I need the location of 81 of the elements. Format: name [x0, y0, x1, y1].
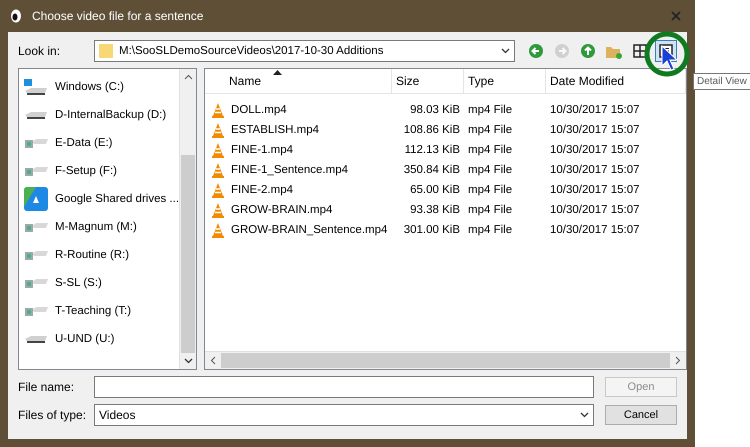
file-name-cell[interactable]: FINE-2.mp4 [205, 182, 392, 198]
table-cell-text: 112.13 KiB [404, 144, 462, 156]
network-drive-icon [24, 278, 48, 288]
table-cell-text: 10/30/2017 15:07 [549, 204, 641, 216]
table-cell-text: mp4 File [467, 204, 514, 216]
file-type-label: Files of type: [18, 408, 88, 422]
table-cell-text: 350.84 KiB [402, 164, 462, 176]
scroll-up-icon[interactable] [184, 74, 193, 80]
drive-item[interactable]: S-SL (S:) [19, 269, 180, 297]
table-cell-text: 10/30/2017 15:07 [549, 104, 641, 116]
traffic-cone-icon [211, 222, 226, 238]
drive-item[interactable]: R-Routine (R:) [19, 241, 180, 269]
file-name-cell[interactable]: GROW-BRAIN.mp4 [205, 202, 392, 218]
network-drive-icon [24, 306, 48, 316]
annotation-circle [643, 30, 691, 78]
table-cell-text: 108.86 KiB [402, 124, 462, 136]
column-header[interactable]: Type [464, 69, 546, 93]
file-name-cell[interactable]: GROW-BRAIN_Sentence.mp4 [205, 222, 392, 238]
drive-item[interactable]: T-Teaching (T:) [19, 297, 180, 325]
traffic-cone-icon [211, 122, 226, 138]
network-drive-icon [24, 138, 48, 148]
table-cell-text: mp4 File [467, 144, 514, 156]
file-name-cell[interactable]: FINE-1_Sentence.mp4 [205, 162, 392, 178]
traffic-cone-icon [211, 102, 226, 118]
table-cell-text: 10/30/2017 15:07 [549, 144, 641, 156]
drive-icon [23, 78, 49, 96]
drive-icon [25, 112, 47, 118]
drive-icon [25, 336, 47, 342]
cloud-drive-icon [24, 187, 48, 211]
drive-item[interactable]: U-UND (U:) [19, 325, 180, 353]
table-cell-text: 98.03 KiB [409, 104, 462, 116]
table-cell-text: 93.38 KiB [409, 204, 462, 216]
table-cell-text: mp4 File [467, 224, 514, 236]
scroll-right-icon[interactable] [675, 356, 682, 364]
table-cell-text: 10/30/2017 15:07 [549, 184, 641, 196]
table-cell-text: 301.00 KiB [402, 224, 462, 236]
file-name-cell[interactable]: FINE-1.mp4 [205, 142, 392, 158]
network-drive-icon [24, 166, 48, 176]
table-cell-text: 10/30/2017 15:07 [549, 164, 641, 176]
table-cell-text: 10/30/2017 15:07 [549, 124, 641, 136]
drive-item[interactable]: D-InternalBackup (D:) [19, 101, 180, 129]
traffic-cone-icon [211, 182, 226, 198]
file-name-cell[interactable]: DOLL.mp4 [205, 102, 392, 118]
table-cell-text: 10/30/2017 15:07 [549, 224, 641, 236]
file-name-label: File name: [18, 380, 76, 394]
look-in-dropdown[interactable]: M:\SooSLDemoSourceVideos\2017-10-30 Additions [94, 40, 515, 62]
tooltip: Detail View [693, 73, 750, 90]
traffic-cone-icon [211, 202, 226, 218]
column-header[interactable]: Size [392, 69, 464, 93]
file-name-cell[interactable]: ESTABLISH.mp4 [205, 122, 392, 138]
app-icon [10, 9, 22, 23]
column-header[interactable]: Name [205, 69, 392, 93]
horizontal-scrollbar[interactable] [205, 351, 686, 369]
scroll-down-icon [184, 358, 193, 364]
vertical-scrollbar[interactable] [179, 69, 196, 369]
network-drive-icon [24, 250, 48, 260]
grid-view-icon [633, 44, 647, 58]
traffic-cone-icon [211, 142, 226, 158]
drive-item[interactable]: F-Setup (F:) [19, 157, 180, 185]
network-drive-icon [24, 222, 48, 232]
folder-icon [99, 43, 113, 59]
drive-item[interactable]: E-Data (E:) [19, 129, 180, 157]
file-type-dropdown[interactable]: Videos [94, 404, 594, 426]
table-cell-text: mp4 File [467, 184, 514, 196]
traffic-cone-icon [211, 162, 226, 178]
drive-item[interactable]: M-Magnum (M:) [19, 213, 180, 241]
drive-item[interactable]: Windows (C:) [19, 73, 180, 101]
table-cell-text: mp4 File [467, 124, 514, 136]
cancel-button[interactable]: Cancel [605, 405, 677, 425]
chevron-down-icon [501, 48, 510, 54]
table-cell-text: 65.00 KiB [409, 184, 462, 196]
table-cell-text: mp4 File [467, 164, 514, 176]
window-title: Choose video file for a sentence [32, 9, 204, 23]
look-in-label: Look in: [18, 44, 62, 58]
chevron-down-icon [580, 412, 589, 418]
drive-item[interactable]: Google Shared drives ... [19, 185, 180, 213]
close-icon[interactable] [671, 11, 681, 21]
scroll-left-icon[interactable] [210, 356, 216, 364]
table-cell-text: mp4 File [467, 104, 514, 116]
sort-arrow-icon [273, 70, 282, 75]
file-name-field[interactable] [94, 376, 594, 398]
